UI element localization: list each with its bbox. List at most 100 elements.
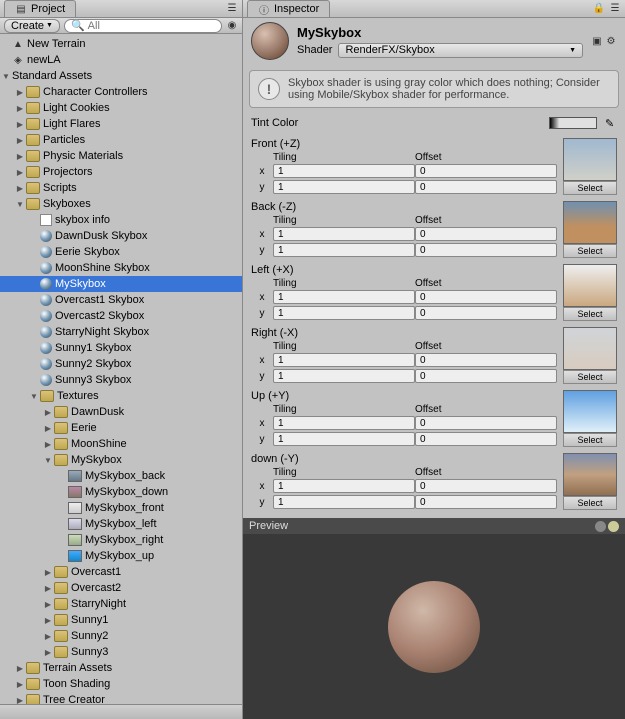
arrow-right-icon[interactable]: ▶ — [42, 632, 54, 641]
help-icon[interactable]: ▣ — [591, 35, 603, 47]
offset-y-input[interactable] — [415, 495, 557, 509]
arrow-right-icon[interactable]: ▶ — [14, 104, 26, 113]
arrow-right-icon[interactable]: ▶ — [42, 584, 54, 593]
arrow-right-icon[interactable]: ▶ — [14, 136, 26, 145]
arrow-right-icon[interactable]: ▶ — [14, 184, 26, 193]
arrow-right-icon[interactable]: ▶ — [42, 648, 54, 657]
tree-item[interactable]: ▶Sunny3 — [0, 644, 242, 660]
arrow-right-icon[interactable]: ▶ — [14, 680, 26, 689]
offset-x-input[interactable] — [415, 227, 557, 241]
arrow-down-icon[interactable]: ▼ — [42, 456, 54, 465]
eyedropper-icon[interactable]: ✎ — [605, 117, 617, 130]
texture-thumbnail[interactable] — [563, 264, 617, 307]
select-button[interactable]: Select — [563, 244, 617, 258]
tree-item[interactable]: Overcast2 Skybox — [0, 308, 242, 324]
tree-item[interactable]: skybox info — [0, 212, 242, 228]
panel-menu-icon[interactable]: ☰ — [609, 3, 621, 15]
tree-item[interactable]: ▶Projectors — [0, 164, 242, 180]
offset-y-input[interactable] — [415, 306, 557, 320]
arrow-down-icon[interactable]: ▼ — [14, 200, 26, 209]
offset-x-input[interactable] — [415, 416, 557, 430]
tiling-y-input[interactable] — [273, 495, 415, 509]
shader-dropdown[interactable]: RenderFX/Skybox ▼ — [338, 43, 583, 58]
texture-thumbnail[interactable] — [563, 201, 617, 244]
tiling-x-input[interactable] — [273, 227, 415, 241]
tree-item[interactable]: Sunny1 Skybox — [0, 340, 242, 356]
tree-item[interactable]: MySkybox_back — [0, 468, 242, 484]
tree-item[interactable]: ▶Particles — [0, 132, 242, 148]
select-button[interactable]: Select — [563, 370, 617, 384]
tree-item[interactable]: ▶Sunny2 — [0, 628, 242, 644]
arrow-down-icon[interactable]: ▼ — [28, 392, 40, 401]
tree-item-new-terrain[interactable]: ▲New Terrain — [0, 36, 242, 52]
tiling-x-input[interactable] — [273, 353, 415, 367]
tree-item[interactable]: Overcast1 Skybox — [0, 292, 242, 308]
tree-item[interactable]: ▶Light Cookies — [0, 100, 242, 116]
tree-item[interactable]: ▶DawnDusk — [0, 404, 242, 420]
offset-y-input[interactable] — [415, 243, 557, 257]
arrow-right-icon[interactable]: ▶ — [42, 616, 54, 625]
arrow-right-icon[interactable]: ▶ — [42, 424, 54, 433]
arrow-right-icon[interactable]: ▶ — [42, 408, 54, 417]
tree-item-myskybox[interactable]: MySkybox — [0, 276, 242, 292]
arrow-right-icon[interactable]: ▶ — [14, 168, 26, 177]
tint-color-swatch[interactable] — [549, 117, 597, 129]
offset-x-input[interactable] — [415, 353, 557, 367]
tree-item[interactable]: ▶Terrain Assets — [0, 660, 242, 676]
tree-item-skyboxes[interactable]: ▼Skyboxes — [0, 196, 242, 212]
lock-icon[interactable]: 🔒 — [593, 3, 605, 15]
inspector-tab[interactable]: ⓘ Inspector — [247, 0, 330, 17]
tree-item[interactable]: MySkybox_down — [0, 484, 242, 500]
arrow-right-icon[interactable]: ▶ — [14, 664, 26, 673]
offset-x-input[interactable] — [415, 479, 557, 493]
tree-item-textures[interactable]: ▼Textures — [0, 388, 242, 404]
panel-menu-icon[interactable]: ☰ — [226, 3, 238, 15]
sphere-mode-icon[interactable] — [595, 521, 606, 532]
tiling-y-input[interactable] — [273, 243, 415, 257]
tree-item[interactable]: MySkybox_up — [0, 548, 242, 564]
offset-y-input[interactable] — [415, 369, 557, 383]
tiling-x-input[interactable] — [273, 416, 415, 430]
tree-item[interactable]: ▶StarryNight — [0, 596, 242, 612]
tree-item[interactable]: ▶Tree Creator — [0, 692, 242, 704]
arrow-right-icon[interactable]: ▶ — [42, 440, 54, 449]
arrow-right-icon[interactable]: ▶ — [14, 152, 26, 161]
tiling-y-input[interactable] — [273, 306, 415, 320]
tree-item[interactable]: MySkybox_front — [0, 500, 242, 516]
arrow-down-icon[interactable]: ▼ — [0, 72, 12, 81]
tree-item[interactable]: MoonShine Skybox — [0, 260, 242, 276]
tree-item-standard-assets[interactable]: ▼Standard Assets — [0, 68, 242, 84]
tree-item[interactable]: ▶Sunny1 — [0, 612, 242, 628]
tiling-y-input[interactable] — [273, 369, 415, 383]
tree-item[interactable]: Eerie Skybox — [0, 244, 242, 260]
texture-thumbnail[interactable] — [563, 138, 617, 181]
tree-item[interactable]: ▶Overcast2 — [0, 580, 242, 596]
arrow-right-icon[interactable]: ▶ — [14, 88, 26, 97]
tree-item[interactable]: ▶Light Flares — [0, 116, 242, 132]
texture-thumbnail[interactable] — [563, 390, 617, 433]
tiling-y-input[interactable] — [273, 180, 415, 194]
select-button[interactable]: Select — [563, 181, 617, 195]
tree-item-myskybox-folder[interactable]: ▼MySkybox — [0, 452, 242, 468]
tree-item[interactable]: ▶Eerie — [0, 420, 242, 436]
texture-thumbnail[interactable] — [563, 327, 617, 370]
tree-item[interactable]: Sunny2 Skybox — [0, 356, 242, 372]
tree-item-newla[interactable]: ◈newLA — [0, 52, 242, 68]
select-button[interactable]: Select — [563, 307, 617, 321]
preview-area[interactable] — [243, 534, 625, 719]
tree-item[interactable]: Sunny3 Skybox — [0, 372, 242, 388]
offset-x-input[interactable] — [415, 290, 557, 304]
tree-item[interactable]: DawnDusk Skybox — [0, 228, 242, 244]
arrow-right-icon[interactable]: ▶ — [14, 696, 26, 705]
project-tab[interactable]: ▤ Project — [4, 0, 76, 17]
tree-item[interactable]: MySkybox_left — [0, 516, 242, 532]
tree-item[interactable]: ▶Character Controllers — [0, 84, 242, 100]
texture-thumbnail[interactable] — [563, 453, 617, 496]
search-filter-icon[interactable]: ◉ — [226, 20, 238, 32]
search-input[interactable]: 🔍 All — [64, 19, 222, 33]
tiling-x-input[interactable] — [273, 479, 415, 493]
tree-item[interactable]: MySkybox_right — [0, 532, 242, 548]
arrow-right-icon[interactable]: ▶ — [42, 568, 54, 577]
tree-item[interactable]: StarryNight Skybox — [0, 324, 242, 340]
tree-item[interactable]: ▶MoonShine — [0, 436, 242, 452]
